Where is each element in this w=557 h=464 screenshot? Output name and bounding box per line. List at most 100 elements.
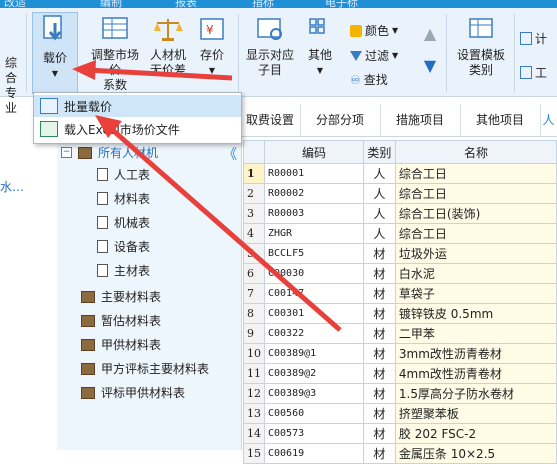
cell-code[interactable]: BCCLF5 bbox=[264, 243, 364, 264]
cell-category[interactable]: 人 bbox=[362, 163, 396, 184]
filter-button[interactable]: 过滤 ▼ bbox=[350, 47, 398, 64]
table-row[interactable]: 8 C00301 材镀锌铁皮 0.5mm bbox=[243, 303, 557, 324]
tree-item[interactable]: 材料表 bbox=[97, 190, 150, 207]
other-button[interactable]: 其他 ▼ bbox=[303, 16, 337, 78]
collapse-toggle-icon[interactable]: − bbox=[61, 147, 72, 158]
menu-item-batch-load-price[interactable]: 批量载价 bbox=[34, 95, 241, 117]
header-category[interactable]: 类别 bbox=[362, 140, 396, 164]
cell-name[interactable]: 综合工日 bbox=[394, 183, 557, 204]
cell-code[interactable]: C00389@1 bbox=[264, 343, 364, 364]
cell-category[interactable]: 材 bbox=[362, 283, 396, 304]
cell-code[interactable]: R00002 bbox=[264, 183, 364, 204]
cell-name[interactable]: 二甲苯 bbox=[394, 323, 557, 344]
calc-button[interactable]: 计 bbox=[520, 30, 547, 47]
header-code[interactable]: 编码 bbox=[264, 140, 364, 164]
cell-category[interactable]: 材 bbox=[362, 303, 396, 324]
row-number[interactable]: 5 bbox=[243, 243, 265, 264]
cell-name[interactable]: 垃圾外运 bbox=[394, 243, 557, 264]
cell-code[interactable]: C00389@2 bbox=[264, 363, 364, 384]
tab-fee-settings[interactable]: 取费设置 bbox=[240, 104, 301, 136]
table-row[interactable]: 3 R00003 人综合工日(装饰) bbox=[243, 203, 557, 224]
nav-partial-item[interactable]: 水… bbox=[0, 178, 24, 195]
cell-category[interactable]: 材 bbox=[362, 343, 396, 364]
table-row[interactable]: 4 ZHGR 人综合工日 bbox=[243, 223, 557, 244]
row-number[interactable]: 12 bbox=[243, 383, 265, 404]
cell-code[interactable]: C00573 bbox=[264, 423, 364, 444]
table-row[interactable]: 6 C00030 材白水泥 bbox=[243, 263, 557, 284]
cell-name[interactable]: 胶 202 FSC-2 bbox=[394, 423, 557, 444]
cunjia-button[interactable]: ¥ 存价 ▼ bbox=[194, 16, 230, 78]
zonghe-button[interactable]: 综合 专业 bbox=[0, 56, 22, 116]
cell-category[interactable]: 材 bbox=[362, 403, 396, 424]
cell-category[interactable]: 材 bbox=[362, 243, 396, 264]
template-category-button[interactable]: 设置模板 类别 bbox=[452, 16, 510, 78]
cell-name[interactable]: 1.5厚高分子防水卷材 bbox=[394, 383, 557, 404]
tree-item[interactable]: 机械表 bbox=[97, 214, 150, 231]
cell-name[interactable]: 草袋子 bbox=[394, 283, 557, 304]
cell-code[interactable]: C00619 bbox=[264, 443, 364, 464]
cell-category[interactable]: 材 bbox=[362, 363, 396, 384]
cell-name[interactable]: 金属压条 10×2.5 bbox=[394, 443, 557, 464]
cell-category[interactable]: 人 bbox=[362, 203, 396, 224]
row-number[interactable]: 3 bbox=[243, 203, 265, 224]
tree-root-all-materials[interactable]: − 所有人材机 bbox=[61, 144, 158, 161]
table-row[interactable]: 12 C00389@3 材 1.5厚高分子防水卷材 bbox=[243, 383, 557, 404]
tree-item[interactable]: 人工表 bbox=[97, 166, 150, 183]
menu-item-load-excel[interactable]: 载入Excel市场价文件 bbox=[34, 118, 241, 140]
rencaiji-no-diff-button[interactable]: 人材机 无价差 bbox=[146, 16, 190, 78]
cell-code[interactable]: C00030 bbox=[264, 263, 364, 284]
cell-code[interactable]: C00301 bbox=[264, 303, 364, 324]
table-row[interactable]: 14 C00573 材胶 202 FSC-2 bbox=[243, 423, 557, 444]
cell-code[interactable]: ZHGR bbox=[264, 223, 364, 244]
row-number[interactable]: 8 bbox=[243, 303, 265, 324]
tab-bianzhi[interactable]: 编制 bbox=[100, 0, 122, 8]
row-number[interactable]: 7 bbox=[243, 283, 265, 304]
tree-group[interactable]: 甲方评标主要材料表 bbox=[81, 360, 209, 377]
cell-code[interactable]: C00322 bbox=[264, 323, 364, 344]
table-row[interactable]: 9 C00322 材二甲苯 bbox=[243, 323, 557, 344]
cell-category[interactable]: 材 bbox=[362, 423, 396, 444]
tab-rencaiji[interactable]: 人 bbox=[540, 104, 557, 136]
cell-code[interactable]: C00147 bbox=[264, 283, 364, 304]
row-number[interactable]: 2 bbox=[243, 183, 265, 204]
table-row[interactable]: 10 C00389@1 材 3mm改性沥青卷材 bbox=[243, 343, 557, 364]
tree-item[interactable]: 主材表 bbox=[97, 262, 150, 279]
tab-other-items[interactable]: 其他项目 bbox=[460, 104, 541, 136]
tab-measures[interactable]: 措施项目 bbox=[380, 104, 461, 136]
cell-category[interactable]: 人 bbox=[362, 183, 396, 204]
color-button[interactable]: 颜色 ▼ bbox=[350, 22, 398, 39]
tree-group[interactable]: 评标甲供材料表 bbox=[81, 384, 185, 401]
cell-category[interactable]: 人 bbox=[362, 223, 396, 244]
row-number[interactable]: 11 bbox=[243, 363, 265, 384]
cell-name[interactable]: 挤塑聚苯板 bbox=[394, 403, 557, 424]
move-down-button[interactable]: ▼ bbox=[420, 58, 440, 75]
table-row[interactable]: 5 BCCLF5 材垃圾外运 bbox=[243, 243, 557, 264]
tools-button[interactable]: 工 bbox=[520, 64, 547, 81]
tree-group[interactable]: 暂估材料表 bbox=[81, 312, 161, 329]
row-number[interactable]: 9 bbox=[243, 323, 265, 344]
cell-name[interactable]: 3mm改性沥青卷材 bbox=[394, 343, 557, 364]
table-row[interactable]: 2 R00002 人综合工日 bbox=[243, 183, 557, 204]
cell-name[interactable]: 4mm改性沥青卷材 bbox=[394, 363, 557, 384]
cell-name[interactable]: 白水泥 bbox=[394, 263, 557, 284]
zaijia-button[interactable]: 载价 ▼ bbox=[32, 12, 78, 94]
tree-item[interactable]: 设备表 bbox=[97, 238, 150, 255]
tab-dianzibiao[interactable]: 电子标 bbox=[325, 0, 358, 8]
tree-group[interactable]: 主要材料表 bbox=[81, 288, 161, 305]
show-subitem-button[interactable]: 显示对应 子目 bbox=[243, 16, 297, 78]
table-row[interactable]: 7 C00147 材草袋子 bbox=[243, 283, 557, 304]
cell-category[interactable]: 材 bbox=[362, 383, 396, 404]
tab-fbfx[interactable]: 分部分项 bbox=[300, 104, 381, 136]
header-name[interactable]: 名称 bbox=[394, 140, 557, 164]
table-row[interactable]: 13 C00560 材挤塑聚苯板 bbox=[243, 403, 557, 424]
cell-category[interactable]: 材 bbox=[362, 263, 396, 284]
table-row[interactable]: 15 C00619 材金属压条 10×2.5 bbox=[243, 443, 557, 464]
cell-code[interactable]: C00560 bbox=[264, 403, 364, 424]
row-number[interactable]: 13 bbox=[243, 403, 265, 424]
cell-name[interactable]: 综合工日 bbox=[394, 223, 557, 244]
cell-code[interactable]: R00003 bbox=[264, 203, 364, 224]
cell-category[interactable]: 材 bbox=[362, 323, 396, 344]
cell-code[interactable]: C00389@3 bbox=[264, 383, 364, 404]
cell-name[interactable]: 镀锌铁皮 0.5mm bbox=[394, 303, 557, 324]
row-number[interactable]: 4 bbox=[243, 223, 265, 244]
